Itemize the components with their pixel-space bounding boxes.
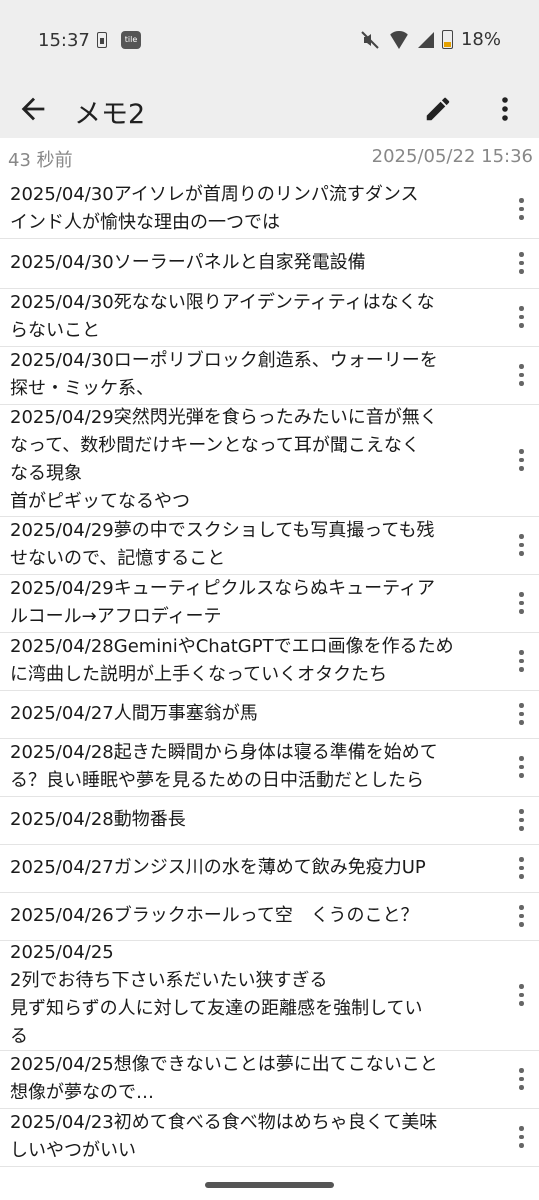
item-menu-icon[interactable] <box>511 252 531 274</box>
memo-text: 2025/04/30ソーラーパネルと自家発電設備 <box>10 252 366 273</box>
item-menu-icon[interactable] <box>511 984 531 1006</box>
memo-text: 2025/04/29夢の中でスクショしても写真撮っても残 せないので、記憶するこ… <box>10 520 435 569</box>
memo-text: 2025/04/30ローポリブロック創造系、ウォーリーを 探せ・ミッケ系、 <box>10 350 438 399</box>
tile-app-icon: tile <box>121 31 141 49</box>
item-menu-icon[interactable] <box>511 809 531 831</box>
arrow-back-icon[interactable] <box>16 92 50 126</box>
list-item[interactable]: 2025/04/25想像できないことは夢に出てこないこと 想像が夢なので… <box>0 1050 539 1109</box>
list-item[interactable]: 2025/04/29キューティピクルスならぬキューティア ルコール→アフロディー… <box>0 574 539 633</box>
memo-text: 2025/04/30アイソレが首周りのリンパ流すダンス インド人が愉快な理由の一… <box>10 184 419 233</box>
status-right: 18% <box>360 29 501 50</box>
app-bar: メモ2 <box>0 80 539 138</box>
list-item[interactable]: 2025/04/26ブラックホールって空 くうのこと？ <box>0 892 539 941</box>
list-item[interactable]: 2025/04/28GeminiやChatGPTでエロ画像を作るため に湾曲した… <box>0 632 539 691</box>
memo-text: 2025/04/23初めて食べる食べ物はめちゃ良くて美味 しいやつがいい <box>10 1112 438 1161</box>
status-time: 15:37 <box>38 30 90 51</box>
item-menu-icon[interactable] <box>511 1068 531 1090</box>
page-title: メモ2 <box>74 99 146 130</box>
memo-text: 2025/04/28起きた瞬間から身体は寝る準備を始めて る？良い睡眠や夢を見る… <box>10 742 438 791</box>
list-item[interactable]: 2025/04/29突然閃光弾を食らったみたいに音が無く なって、数秒間だけキー… <box>0 404 539 517</box>
memo-text: 2025/04/25 2列でお待ち下さい系だいたい狭すぎる 見ず知らずの人に対し… <box>10 942 423 1047</box>
memo-meta: 43 秒前 2025/05/22 15:36 <box>0 140 539 176</box>
item-menu-icon[interactable] <box>511 198 531 220</box>
item-menu-icon[interactable] <box>511 1126 531 1148</box>
memo-text: 2025/04/29突然閃光弾を食らったみたいに音が無く なって、数秒間だけキー… <box>10 407 438 512</box>
memo-text: 2025/04/28GeminiやChatGPTでエロ画像を作るため に湾曲した… <box>10 636 454 685</box>
updated-datetime: 2025/05/22 15:36 <box>371 146 533 167</box>
item-menu-icon[interactable] <box>511 364 531 386</box>
memo-text: 2025/04/27人間万事塞翁が馬 <box>10 703 258 724</box>
gesture-home-bar[interactable] <box>205 1182 334 1188</box>
memo-text: 2025/04/25想像できないことは夢に出てこないこと 想像が夢なので… <box>10 1054 438 1103</box>
item-menu-icon[interactable] <box>511 857 531 879</box>
list-item[interactable]: 2025/04/25 2列でお待ち下さい系だいたい狭すぎる 見ず知らずの人に対し… <box>0 940 539 1051</box>
wifi-icon <box>387 30 410 49</box>
item-menu-icon[interactable] <box>511 650 531 672</box>
memo-text: 2025/04/28動物番長 <box>10 809 186 830</box>
memo-text: 2025/04/27ガンジス川の水を薄めて飲み免疫力UP <box>10 857 426 878</box>
status-bar: 15:37 tile 18% <box>0 0 539 80</box>
memo-text: 2025/04/26ブラックホールって空 くうのこと？ <box>10 905 419 926</box>
list-item[interactable]: 2025/04/30死なない限りアイデンティティはなくな らないこと <box>0 288 539 347</box>
signal-icon <box>417 31 434 48</box>
more-vert-icon[interactable] <box>494 94 516 124</box>
list-item[interactable]: 2025/04/30ソーラーパネルと自家発電設備 <box>0 238 539 289</box>
memo-text: 2025/04/29キューティピクルスならぬキューティア ルコール→アフロディー… <box>10 578 436 627</box>
item-menu-icon[interactable] <box>511 703 531 725</box>
list-item[interactable]: 2025/04/23初めて食べる食べ物はめちゃ良くて美味 しいやつがいい <box>0 1108 539 1167</box>
item-menu-icon[interactable] <box>511 592 531 614</box>
battery-saver-icon <box>97 32 107 48</box>
list-item[interactable]: 2025/04/27人間万事塞翁が馬 <box>0 690 539 739</box>
battery-percent: 18% <box>460 29 501 50</box>
list-item[interactable]: 2025/04/27ガンジス川の水を薄めて飲み免疫力UP <box>0 844 539 893</box>
memo-text: 2025/04/30死なない限りアイデンティティはなくな らないこと <box>10 292 435 341</box>
list-item[interactable]: 2025/04/30ローポリブロック創造系、ウォーリーを 探せ・ミッケ系、 <box>0 346 539 405</box>
list-item[interactable]: 2025/04/28動物番長 <box>0 796 539 845</box>
item-menu-icon[interactable] <box>511 756 531 778</box>
battery-icon <box>441 30 453 49</box>
mute-icon <box>361 30 379 49</box>
item-menu-icon[interactable] <box>511 905 531 927</box>
list-item[interactable]: 2025/04/30アイソレが首周りのリンパ流すダンス インド人が愉快な理由の一… <box>0 180 539 239</box>
list-item[interactable]: 2025/04/28起きた瞬間から身体は寝る準備を始めて る？良い睡眠や夢を見る… <box>0 738 539 797</box>
item-menu-icon[interactable] <box>511 306 531 328</box>
pencil-icon[interactable] <box>423 94 453 124</box>
item-menu-icon[interactable] <box>511 449 531 471</box>
elapsed-time: 43 秒前 <box>8 150 73 171</box>
item-menu-icon[interactable] <box>511 534 531 556</box>
list-item[interactable]: 2025/04/29夢の中でスクショしても写真撮っても残 せないので、記憶するこ… <box>0 516 539 575</box>
